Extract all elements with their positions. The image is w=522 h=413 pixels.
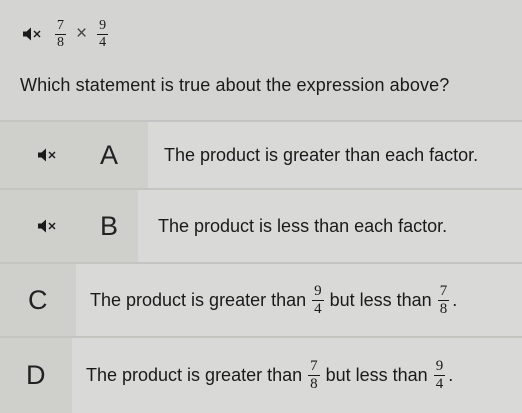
denominator: 4	[314, 300, 322, 317]
option-text: The product is greater than 9 4 but less…	[90, 282, 458, 317]
numerator: 9	[97, 17, 109, 35]
text-segment: .	[452, 289, 458, 310]
numerator: 9	[433, 358, 446, 376]
option-letter: A	[100, 139, 119, 170]
text-segment: but less than	[329, 289, 432, 310]
numerator: 7	[55, 17, 66, 35]
text-segment: .	[448, 365, 454, 385]
speaker-mute-icon[interactable]	[38, 219, 56, 233]
denominator: 8	[310, 376, 318, 392]
question-text: Which statement is true about the expres…	[20, 75, 450, 95]
fraction-left: 7 8	[55, 17, 66, 50]
denominator: 8	[439, 300, 448, 317]
answer-option-c[interactable]: C The product is greater than 9 4 but le…	[0, 262, 522, 336]
option-text: The product is greater than 7 8 but less…	[86, 359, 453, 392]
option-label-area: A	[0, 122, 148, 188]
denominator: 4	[435, 376, 444, 392]
text-segment: The product is greater than	[86, 365, 303, 385]
option-letter: C	[28, 284, 48, 315]
numerator: 7	[437, 282, 450, 301]
option-text: The product is less than each factor.	[158, 215, 448, 236]
option-label-area: B	[0, 190, 138, 262]
answer-option-b[interactable]: B The product is less than each factor.	[0, 188, 522, 262]
option-label-area: C	[0, 264, 76, 336]
option-letter: D	[26, 360, 46, 390]
fraction: 9 4	[312, 282, 324, 317]
fraction: 7 8	[437, 282, 450, 317]
numerator: 9	[312, 282, 324, 301]
answer-option-a[interactable]: A The product is greater than each facto…	[0, 120, 522, 188]
denominator: 8	[57, 34, 64, 50]
option-letter: B	[100, 210, 119, 241]
speaker-mute-icon[interactable]	[23, 27, 41, 41]
numerator: 7	[308, 358, 320, 376]
fraction: 7 8	[308, 359, 320, 392]
text-segment: but less than	[325, 365, 428, 385]
fraction: 9 4	[433, 358, 446, 392]
fraction-right: 9 4	[97, 17, 109, 50]
multiply-operator: ×	[76, 23, 88, 44]
speaker-mute-icon[interactable]	[38, 148, 56, 162]
denominator: 4	[99, 34, 107, 50]
text-segment: The product is greater than	[90, 289, 307, 310]
option-label-area: D	[0, 338, 72, 413]
answer-option-d[interactable]: D The product is greater than 7 8 but le…	[0, 336, 522, 413]
math-expression: 7 8 × 9 4	[23, 14, 110, 54]
option-text: The product is greater than each factor.	[164, 144, 479, 165]
